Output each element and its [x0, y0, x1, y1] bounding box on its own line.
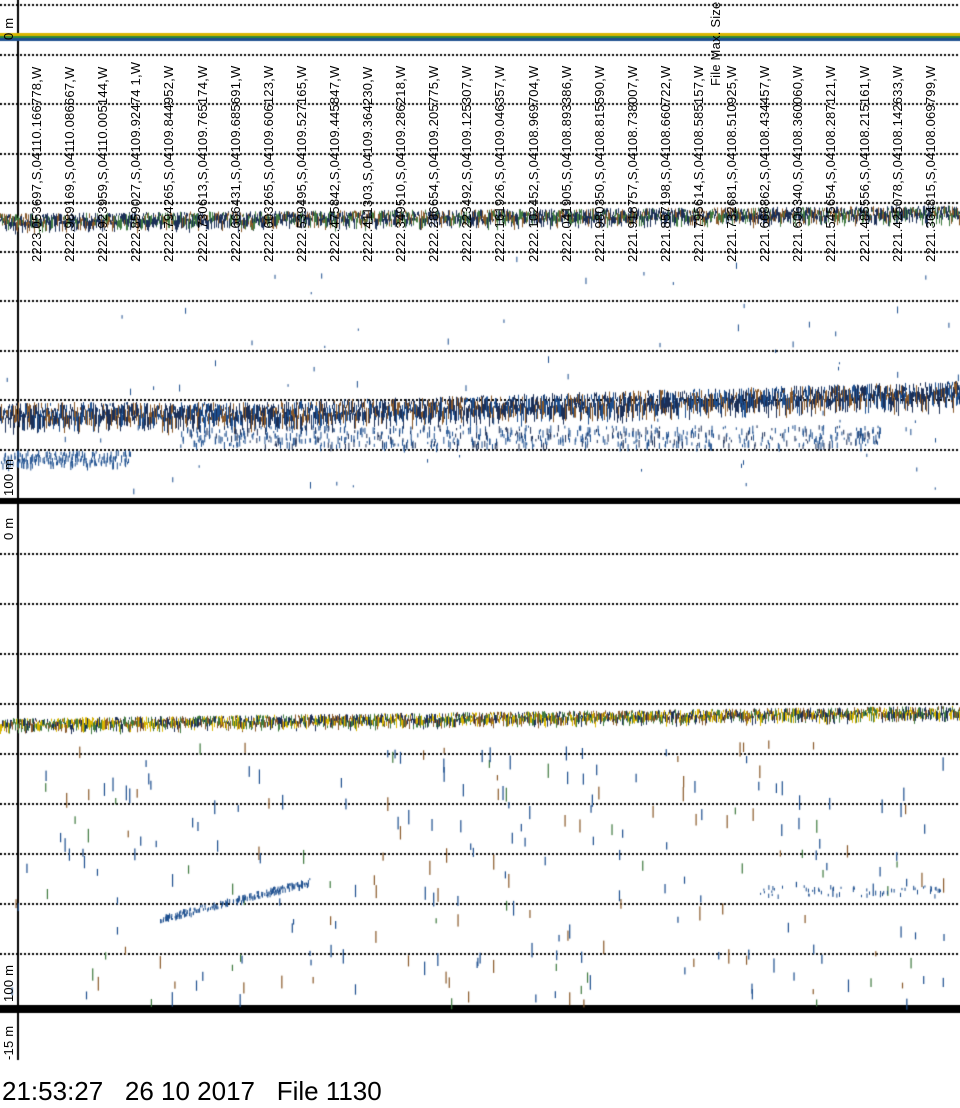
bottom-depth-0-label: 0 m: [1, 517, 16, 540]
gps-annotation-label: 2221.425078,S,04108.142633,W: [889, 65, 905, 262]
top-depth-100-label: 100 m: [1, 458, 16, 496]
gps-annotation-label: 2221.918757,S,04108.738007,W: [624, 65, 640, 262]
gps-annotation-label: 2222.475842,S,04109.445847,W: [326, 65, 342, 262]
gps-annotation-label: 2222.859027,S,04109.92474 1,W: [128, 61, 144, 262]
gps-annotation-label: 2221.606340,S,04108.360060,W: [790, 65, 806, 262]
gps-annotation-label: 2222.989169,S,04110.086667,W: [62, 66, 78, 262]
gps-annotation-label: 2221.485556,S,04108.215161,W: [856, 65, 872, 262]
gps-annotation-label: 2221.732681,S,04108.510925,W: [724, 65, 740, 262]
file-max-size-label: File Max. Size: [708, 1, 723, 86]
gps-annotation-label: 2221.980350,S,04108.815590,W: [591, 65, 607, 262]
gps-annotation-label: 2222.041905,S,04108.893386,W: [558, 65, 574, 262]
echogram-canvas: [0, 0, 960, 1108]
gps-annotation-label: 2223.053697,S,04110.166778,W: [29, 66, 44, 262]
gps-annotation-label: 2221.668862,S,04108.434457,W: [757, 65, 773, 262]
gps-annotation-label: 2222.794265,S,04109.844952,W: [161, 65, 177, 262]
gps-annotation-label: 2222.161926,S,04109.046357,W: [492, 65, 508, 262]
footer-file: File 1130: [276, 1076, 382, 1106]
gps-annotation-label: 2222.349510,S,04109.286218,W: [393, 65, 409, 262]
gps-annotation-label: 2221.795614,S,04108.585157,W: [691, 65, 706, 262]
gps-annotation-label: 2222.923959,S,04110.005144,W: [95, 66, 111, 262]
gps-annotation-label: 2221.545654,S,04108.287121,W: [823, 65, 839, 262]
footer-time: 21:53:27: [2, 1076, 104, 1106]
gps-annotation-label: 2221.364815,S,04108.069799,W: [922, 65, 938, 262]
top-depth-0-label: 0 m: [1, 17, 16, 40]
footer-date: 26 10 2017: [124, 1076, 256, 1106]
gps-annotation-label: 2222.603265,S,04109.606123,W: [260, 65, 276, 262]
gps-annotation-label: 2222.411303,S,04109.364230,W: [360, 66, 375, 262]
gps-annotation-label: 2222.223492,S,04109.125307,W: [459, 65, 475, 262]
footer-status: 21:53:27 26 10 2017 File 1130: [2, 1076, 382, 1107]
bottom-depth-100-label: 100 m: [1, 964, 16, 1002]
gps-annotation-label: 2222.666431,S,04109.685691,W: [227, 65, 243, 262]
gps-annotation-label: 2222.730613,S,04109.765174,W: [194, 65, 210, 262]
gps-annotation-label: 2222.286654,S,04109.205775,W: [426, 65, 442, 262]
gps-annotation-label: 2222.539495,S,04109.527165,W: [293, 65, 309, 262]
gps-annotation-label: 2221.857198,S,04108.660722,W: [657, 65, 673, 262]
gps-annotation-label: 2222.102452,S,04108.969704,W: [525, 65, 541, 262]
bottom-depth-offset-label: -15 m: [1, 1025, 16, 1060]
